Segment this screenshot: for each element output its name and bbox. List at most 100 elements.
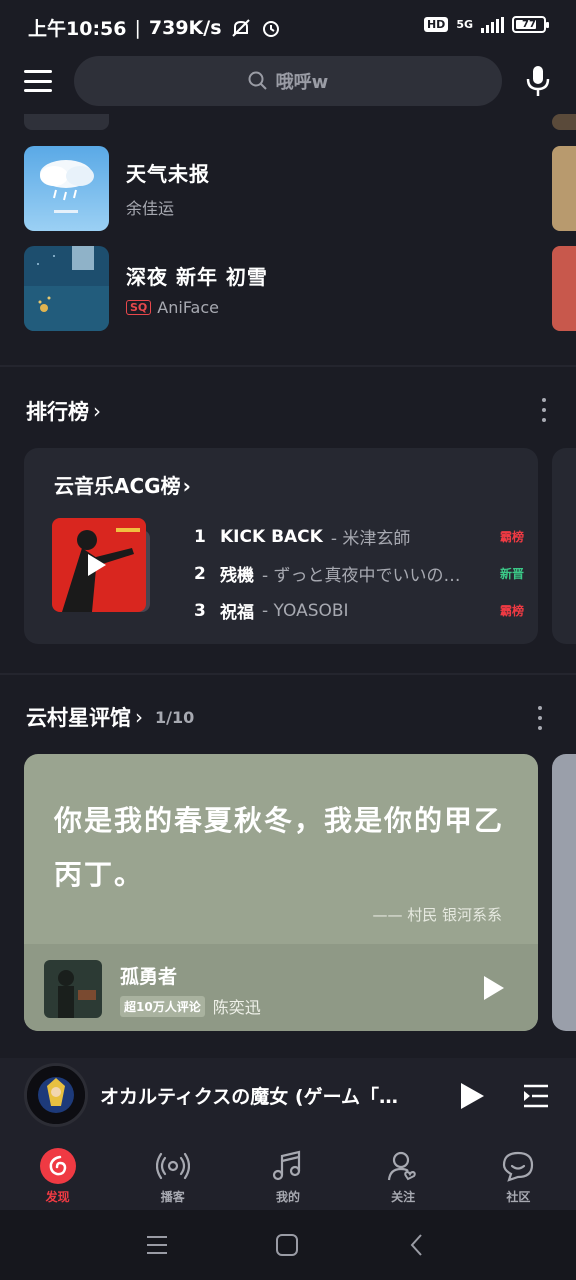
comment-card[interactable]: 你是我的春夏秋冬，我是你的甲乙丙丁。 —— 村民 银河系系 孤勇者 超10万人评… [24, 754, 538, 1031]
back-icon[interactable] [404, 1232, 430, 1258]
chart-artist: - YOASOBI [262, 600, 349, 621]
comment-song-meta: 超10万人评论 陈奕迅 [120, 994, 261, 1018]
song-title: 天气未报 [126, 162, 210, 186]
play-icon [88, 554, 106, 576]
sq-badge: SQ [126, 299, 152, 315]
comments-count: 1/10 [155, 707, 195, 727]
comment-source: —— 村民 银河系系 [372, 906, 502, 924]
chart-card[interactable]: 云音乐ACG榜 › 1 KICK BACK - 米津玄師 霸榜 2 残機 - ず… [24, 448, 538, 644]
tab-mine[interactable]: 我的 [230, 1134, 345, 1210]
status-time: 上午10:56 [28, 18, 127, 40]
chart-row[interactable]: 1 KICK BACK - 米津玄師 霸榜 [194, 518, 524, 555]
comment-song-artist: 陈奕迅 [212, 998, 261, 1017]
song-row[interactable]: 天气未报 余佳运 [24, 146, 210, 231]
chart-artist: - ずっと真夜中でいいのに。 [262, 566, 472, 586]
song-row[interactable]: 深夜 新年 初雪 SQ AniFace [24, 246, 268, 331]
next-comment-card[interactable] [552, 754, 576, 1031]
song-info: 天气未报 余佳运 [126, 158, 210, 219]
partial-cover [24, 114, 109, 130]
tab-label: 社区 [506, 1190, 531, 1204]
comment-song-bar[interactable]: 孤勇者 超10万人评论 陈奕迅 [24, 944, 538, 1031]
tab-community[interactable]: 社区 [461, 1134, 576, 1210]
chart-list: 1 KICK BACK - 米津玄師 霸榜 2 残機 - ずっと真夜中でいいのに… [194, 518, 524, 629]
chart-song: 祝福 [220, 603, 254, 623]
tab-label: 播客 [160, 1190, 185, 1204]
music-note-icon [270, 1148, 306, 1184]
chart-artist: - 米津玄師 [330, 529, 411, 549]
alarm-icon [262, 20, 279, 37]
song-title: 深夜 新年 初雪 [126, 264, 268, 289]
song-cover [24, 146, 109, 231]
community-icon [500, 1148, 536, 1184]
tab-label: 发现 [45, 1190, 70, 1204]
chevron-right-icon: › [182, 474, 191, 498]
play-icon[interactable] [461, 1083, 484, 1109]
tab-discover[interactable]: 发现 [0, 1134, 115, 1210]
comments-more-icon[interactable] [534, 706, 546, 730]
status-net-speed: 739K/s [148, 16, 222, 39]
tab-label: 我的 [275, 1190, 300, 1204]
chart-rank: 1 [194, 526, 206, 547]
chart-row[interactable]: 3 祝福 - YOASOBI 霸榜 [194, 592, 524, 629]
feed[interactable]: 天气未报 余佳运 深夜 新年 初雪 SQ AniFace 排行榜 › 云音乐AC… [0, 114, 576, 1058]
edge-cover [552, 146, 576, 231]
song-artist-row: SQ AniFace [126, 298, 268, 317]
follow-user-icon [385, 1148, 421, 1184]
chart-song: KICK BACK [220, 526, 323, 547]
comments-header[interactable]: 云村星评馆 › 1/10 [26, 702, 194, 732]
chart-tag: 霸榜 [499, 604, 524, 618]
comment-song-title: 孤勇者 [120, 966, 178, 988]
battery-level: 77 [522, 19, 536, 30]
chart-song: 残機 [220, 566, 254, 586]
section-divider [0, 673, 576, 675]
song-artist-row: 余佳运 [126, 195, 210, 219]
menu-icon[interactable] [24, 68, 52, 94]
search-placeholder: 哦呼w [275, 72, 329, 93]
section-divider [0, 365, 576, 367]
status-bar: 上午10:56 | 739K/s HD 5G 77 [0, 0, 576, 54]
now-playing-title: オカルティクスの魔女 (ゲーム「… [100, 1086, 399, 1108]
chart-card-title-text: 云音乐ACG榜 [54, 474, 181, 498]
system-nav-bar [0, 1210, 576, 1280]
now-playing-cover[interactable] [24, 1063, 88, 1127]
chart-tag: 霸榜 [499, 530, 524, 544]
comment-quote: 你是我的春夏秋冬，我是你的甲乙丙丁。 [54, 804, 505, 891]
play-icon[interactable] [484, 976, 504, 1000]
comment-count-badge: 超10万人评论 [120, 995, 205, 1017]
playlist-icon[interactable] [522, 1082, 550, 1110]
hd-badge: HD [423, 17, 449, 32]
tab-podcast[interactable]: 播客 [115, 1134, 230, 1210]
charts-title: 排行榜 [26, 400, 89, 424]
chart-tag: 新晋 [499, 567, 524, 581]
tab-follow[interactable]: 关注 [346, 1134, 461, 1210]
charts-header[interactable]: 排行榜 › [26, 396, 101, 426]
chart-rank: 3 [194, 600, 206, 621]
home-icon[interactable] [274, 1232, 300, 1258]
tab-label: 关注 [391, 1190, 416, 1204]
bell-off-icon [231, 18, 250, 37]
chart-card-title: 云音乐ACG榜 › [54, 470, 191, 499]
song-artist: 余佳运 [126, 199, 175, 218]
song-info: 深夜 新年 初雪 SQ AniFace [126, 261, 268, 317]
chart-cover[interactable] [52, 518, 150, 614]
next-chart-card[interactable] [552, 448, 576, 644]
status-separator: | [134, 16, 141, 39]
recents-icon[interactable] [144, 1232, 170, 1258]
song-artist: AniFace [157, 297, 219, 317]
search-icon [248, 71, 267, 90]
bottom-tab-bar: 发现 播客 我的 关注 社区 [0, 1134, 576, 1210]
chart-row[interactable]: 2 残機 - ずっと真夜中でいいのに。 新晋 [194, 555, 524, 592]
edge-cover [552, 246, 576, 331]
comments-title: 云村星评馆 [26, 706, 131, 730]
signal-icon [481, 16, 504, 33]
status-right: HD 5G 77 [423, 16, 549, 33]
charts-more-icon[interactable] [538, 398, 550, 422]
edge-cover [552, 114, 576, 130]
status-left: 上午10:56 | 739K/s [28, 14, 282, 41]
top-bar: 哦呼w [0, 54, 576, 114]
chevron-right-icon: › [135, 705, 143, 729]
chart-rank: 2 [194, 563, 206, 584]
search-input[interactable]: 哦呼w [74, 56, 502, 106]
mini-player[interactable]: オカルティクスの魔女 (ゲーム「… [0, 1058, 576, 1134]
voice-search-icon[interactable] [524, 64, 552, 98]
